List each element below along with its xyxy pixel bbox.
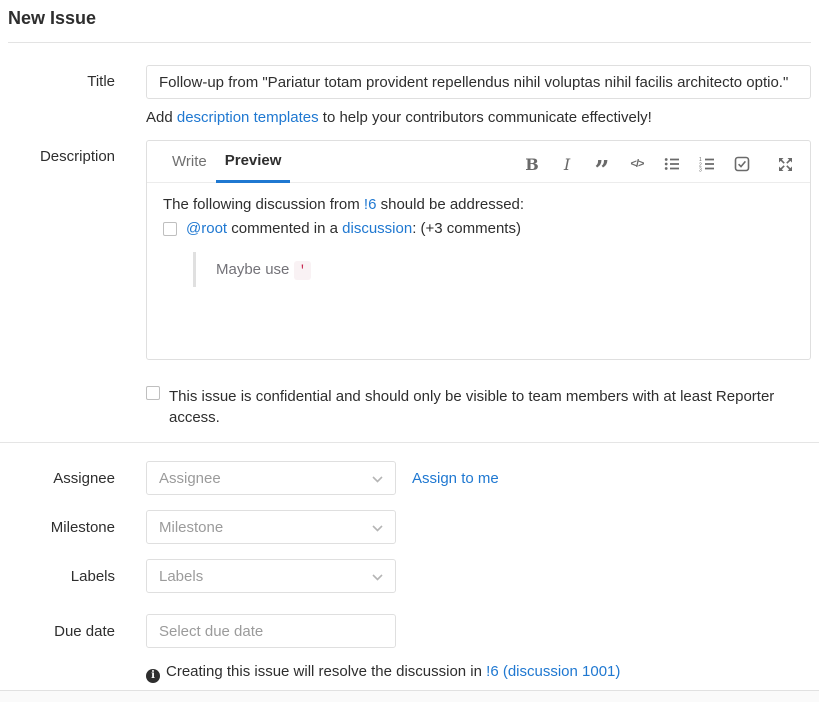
quote-icon[interactable]: ”	[593, 162, 611, 180]
resolve-note-row: i Creating this issue will resolve the di…	[8, 663, 811, 683]
quoted-comment: Maybe use '	[193, 252, 794, 287]
milestone-placeholder: Milestone	[159, 519, 223, 536]
chevron-down-icon	[372, 568, 383, 585]
section-divider	[0, 442, 819, 443]
preview-paragraph: The following discussion from !6 should …	[163, 196, 794, 213]
bold-icon[interactable]: B	[523, 155, 541, 173]
task-item-text: @root commented in a discussion: (+3 com…	[186, 220, 521, 237]
assignee-row: Assignee Assignee Assign to me	[8, 461, 811, 495]
title-help-text: Add description templates to help your c…	[146, 109, 811, 126]
assignee-placeholder: Assignee	[159, 470, 221, 487]
tab-write[interactable]: Write	[163, 142, 216, 183]
page-title: New Issue	[8, 0, 811, 42]
title-row: Title Add description templates to help …	[8, 65, 811, 126]
task-list-icon[interactable]	[733, 155, 751, 173]
description-editor: Write Preview B I ” </>	[146, 140, 811, 360]
chevron-down-icon	[372, 470, 383, 487]
editor-toolbar: B I ” </>	[523, 155, 794, 182]
due-date-input[interactable]	[146, 614, 396, 648]
preview-text-post: should be addressed:	[376, 196, 524, 213]
confidential-option: This issue is confidential and should on…	[146, 386, 811, 428]
chevron-down-icon	[372, 519, 383, 536]
due-date-row: Due date	[8, 614, 811, 648]
fullscreen-icon[interactable]	[776, 155, 794, 173]
bulleted-list-icon[interactable]	[663, 155, 681, 173]
milestone-label: Milestone	[8, 519, 146, 536]
labels-row: Labels Labels	[8, 559, 811, 593]
inline-code: '	[294, 261, 312, 280]
merge-request-link[interactable]: !6	[364, 196, 377, 213]
resolve-discussion-link[interactable]: !6 (discussion 1001)	[486, 663, 620, 680]
assign-to-me-link[interactable]: Assign to me	[412, 470, 499, 487]
milestone-row: Milestone Milestone	[8, 510, 811, 544]
info-icon: i	[146, 669, 160, 683]
title-input[interactable]	[146, 65, 811, 99]
help-text-pre: Add	[146, 109, 177, 126]
assignee-label: Assignee	[8, 470, 146, 487]
form-actions-footer	[0, 690, 819, 702]
confidential-checkbox[interactable]	[146, 386, 160, 400]
discussion-link[interactable]: discussion	[342, 220, 412, 237]
preview-content: The following discussion from !6 should …	[147, 183, 810, 300]
task-checkbox	[163, 222, 177, 236]
note-text: Creating this issue will resolve the dis…	[166, 663, 486, 680]
help-text-post: to help your contributors communicate ef…	[319, 109, 652, 126]
editor-header: Write Preview B I ” </>	[147, 141, 810, 183]
header-divider	[8, 42, 811, 43]
labels-dropdown[interactable]: Labels	[146, 559, 396, 593]
labels-placeholder: Labels	[159, 568, 203, 585]
description-templates-link[interactable]: description templates	[177, 109, 319, 126]
due-date-label: Due date	[8, 623, 146, 640]
title-label: Title	[8, 65, 146, 126]
resolve-note: i Creating this issue will resolve the di…	[146, 663, 811, 683]
milestone-dropdown[interactable]: Milestone	[146, 510, 396, 544]
labels-label: Labels	[8, 568, 146, 585]
svg-text:3: 3	[699, 168, 702, 172]
task-list-item: @root commented in a discussion: (+3 com…	[163, 220, 794, 237]
user-link[interactable]: @root	[186, 220, 227, 237]
description-row: Description Write Preview B I ” </>	[8, 140, 811, 360]
confidential-text: This issue is confidential and should on…	[169, 386, 811, 428]
italic-icon[interactable]: I	[558, 155, 576, 173]
new-issue-page: New Issue Title Add description template…	[0, 0, 819, 683]
assignee-dropdown[interactable]: Assignee	[146, 461, 396, 495]
description-label: Description	[8, 140, 146, 360]
preview-text: The following discussion from	[163, 196, 364, 213]
numbered-list-icon[interactable]: 1 2 3	[698, 155, 716, 173]
confidential-row: This issue is confidential and should on…	[8, 386, 811, 428]
code-icon[interactable]: </>	[628, 155, 646, 173]
tab-preview[interactable]: Preview	[216, 141, 291, 183]
quote-text: Maybe use	[216, 261, 294, 278]
